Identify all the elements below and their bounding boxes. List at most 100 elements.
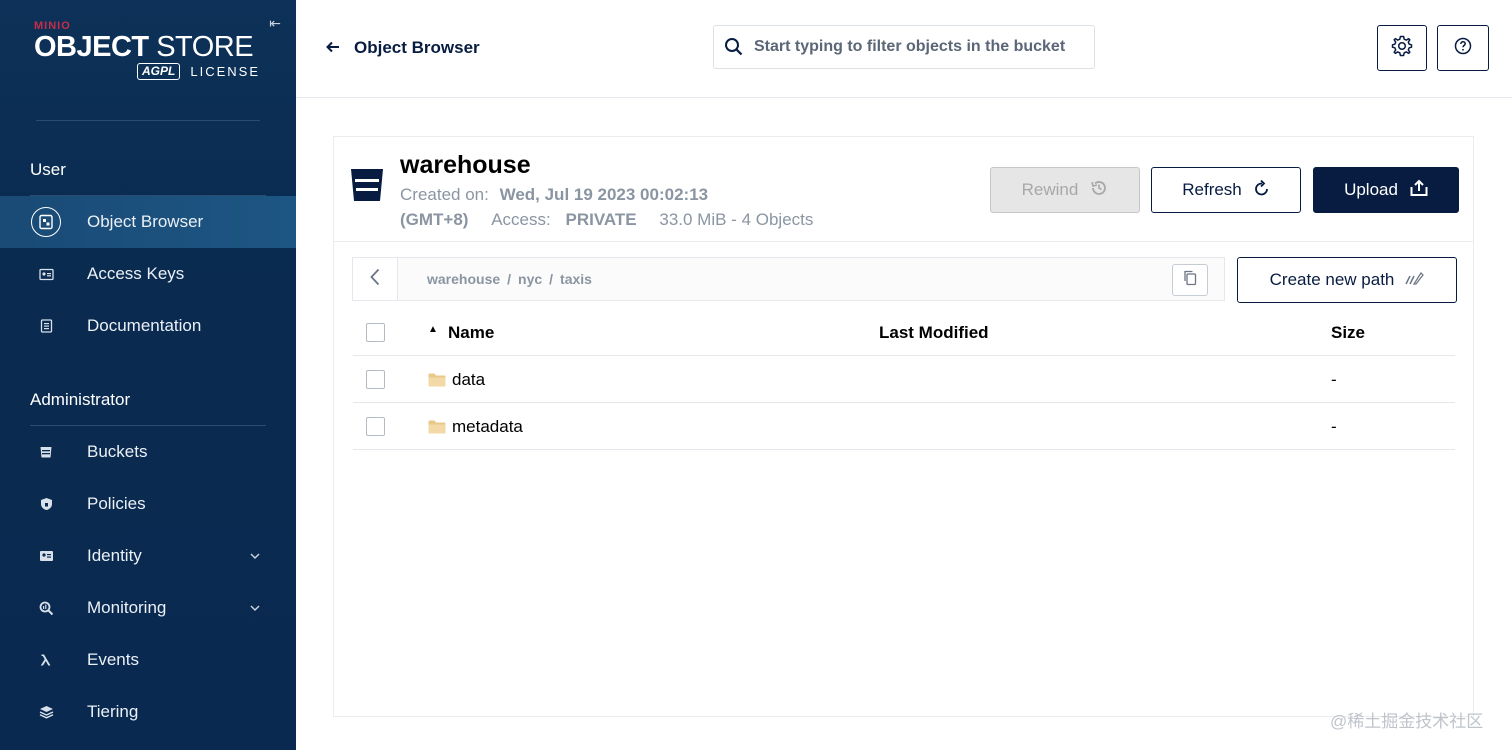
- search-icon: [724, 37, 744, 57]
- bucket-icon: [350, 167, 384, 203]
- rewind-label: Rewind: [1021, 180, 1079, 199]
- copy-path-button[interactable]: [1172, 264, 1208, 296]
- upload-button[interactable]: Upload: [1313, 167, 1459, 213]
- search-box: [713, 25, 1095, 69]
- bucket-name: warehouse: [400, 151, 531, 179]
- breadcrumb-back-button[interactable]: [353, 258, 398, 300]
- logo-product: OBJECT STORE: [34, 32, 274, 62]
- sidebar-item-identity[interactable]: Identity: [0, 530, 296, 582]
- sidebar-item-buckets[interactable]: Buckets: [0, 426, 296, 478]
- section-label-user: User: [30, 160, 66, 179]
- bucket-created: Created on: Wed, Jul 19 2023 00:02:13: [400, 185, 708, 205]
- documentation-icon: [31, 311, 61, 341]
- breadcrumb-segment[interactable]: warehouse: [427, 271, 500, 287]
- sidebar-item-tiering[interactable]: Tiering: [0, 686, 296, 738]
- sidebar-item-events[interactable]: Events: [0, 634, 296, 686]
- logo-license-row: AGPL LICENSE: [34, 63, 260, 80]
- object-browser-icon: [31, 207, 61, 237]
- identity-icon: [31, 541, 61, 571]
- help-button[interactable]: [1437, 25, 1489, 71]
- history-icon: [1078, 179, 1108, 202]
- sidebar-item-label: Object Browser: [87, 212, 204, 231]
- agpl-badge: AGPL: [137, 63, 181, 80]
- copy-icon: [1183, 270, 1197, 291]
- arrow-left-icon[interactable]: [326, 38, 340, 58]
- access-label: Access:: [491, 210, 551, 229]
- create-path-label: Create new path: [1269, 270, 1395, 289]
- column-last-modified[interactable]: Last Modified: [879, 323, 989, 343]
- column-name[interactable]: Name: [448, 323, 494, 343]
- object-size: -: [1331, 370, 1337, 389]
- collapse-sidebar-icon[interactable]: ⇤: [266, 14, 284, 32]
- sidebar-item-label: Monitoring: [87, 598, 167, 617]
- logo-divider: [36, 120, 260, 121]
- upload-label: Upload: [1344, 180, 1398, 199]
- refresh-button[interactable]: Refresh: [1151, 167, 1301, 213]
- sidebar-item-documentation[interactable]: Documentation: [0, 300, 296, 352]
- refresh-icon: [1242, 179, 1270, 202]
- breadcrumb: warehouse / nyc / taxis: [352, 257, 1225, 301]
- breadcrumb-separator: /: [549, 271, 554, 287]
- minio-logo[interactable]: MINIO OBJECT STORE AGPL LICENSE: [34, 20, 274, 100]
- folder-icon: [428, 373, 446, 387]
- rewind-button[interactable]: Rewind: [990, 167, 1140, 213]
- breadcrumb-segment[interactable]: nyc: [518, 271, 542, 287]
- monitoring-icon: [31, 593, 61, 623]
- chevron-left-icon: [370, 268, 380, 291]
- page-title: Object Browser: [354, 38, 480, 57]
- timezone: (GMT+8): [400, 210, 469, 229]
- sidebar-item-object-browser[interactable]: Object Browser: [0, 196, 296, 248]
- access-keys-icon: [31, 259, 61, 289]
- sidebar-item-label: Tiering: [87, 702, 139, 721]
- bucket-usage: 33.0 MiB - 4 Objects: [659, 210, 814, 229]
- table-row[interactable]: metadata -: [353, 403, 1455, 450]
- column-size[interactable]: Size: [1331, 323, 1365, 343]
- sidebar-item-label: Documentation: [87, 316, 202, 335]
- object-name: data: [452, 370, 486, 389]
- logo-product-bold: OBJECT: [34, 31, 149, 63]
- buckets-icon: [31, 437, 61, 467]
- lambda-icon: [31, 645, 61, 675]
- bucket-panel: warehouse Created on: Wed, Jul 19 2023 0…: [333, 136, 1474, 717]
- chevron-down-icon[interactable]: [250, 549, 260, 563]
- policies-icon: [31, 489, 61, 519]
- sidebar: MINIO OBJECT STORE AGPL LICENSE ⇤ User O…: [0, 0, 296, 750]
- create-new-path-button[interactable]: Create new path: [1237, 257, 1457, 303]
- sidebar-item-label: Identity: [87, 546, 142, 565]
- sidebar-item-access-keys[interactable]: Access Keys: [0, 248, 296, 300]
- chevron-down-icon[interactable]: [250, 601, 260, 615]
- select-all-checkbox[interactable]: [366, 323, 385, 342]
- upload-icon: [1398, 179, 1428, 202]
- top-bar: Object Browser: [296, 0, 1512, 98]
- sidebar-item-label: Events: [87, 650, 139, 669]
- created-value: Wed, Jul 19 2023 00:02:13: [499, 185, 709, 204]
- help-icon: [1454, 37, 1472, 60]
- row-checkbox[interactable]: [366, 370, 385, 389]
- logo-product-thin: STORE: [156, 31, 254, 63]
- sidebar-item-monitoring[interactable]: Monitoring: [0, 582, 296, 634]
- sort-ascending-icon[interactable]: ▲: [428, 324, 438, 335]
- breadcrumb-segment[interactable]: taxis: [560, 271, 592, 287]
- objects-table: ▲ Name Last Modified Size data - metadat…: [353, 309, 1455, 450]
- gear-icon: [1390, 34, 1414, 63]
- object-name: metadata: [452, 417, 523, 436]
- table-row[interactable]: data -: [353, 356, 1455, 403]
- object-size: -: [1331, 417, 1337, 436]
- row-checkbox[interactable]: [366, 417, 385, 436]
- sidebar-item-label: Policies: [87, 494, 146, 513]
- folder-icon: [428, 420, 446, 434]
- watermark: @稀土掘金技术社区: [1330, 712, 1484, 731]
- new-path-icon: [1394, 270, 1425, 291]
- bucket-header: warehouse Created on: Wed, Jul 19 2023 0…: [334, 137, 1473, 242]
- back-to-object-browser[interactable]: Object Browser: [326, 38, 480, 58]
- section-label-administrator: Administrator: [30, 390, 131, 409]
- sidebar-item-policies[interactable]: Policies: [0, 478, 296, 530]
- sidebar-item-label: Access Keys: [87, 264, 185, 283]
- refresh-label: Refresh: [1182, 180, 1242, 199]
- settings-button[interactable]: [1377, 25, 1427, 71]
- sidebar-item-label: Buckets: [87, 442, 148, 461]
- access-value: PRIVATE: [565, 210, 637, 229]
- breadcrumb-path: warehouse / nyc / taxis: [427, 271, 592, 287]
- created-label: Created on:: [400, 185, 489, 204]
- search-input[interactable]: [754, 26, 1090, 68]
